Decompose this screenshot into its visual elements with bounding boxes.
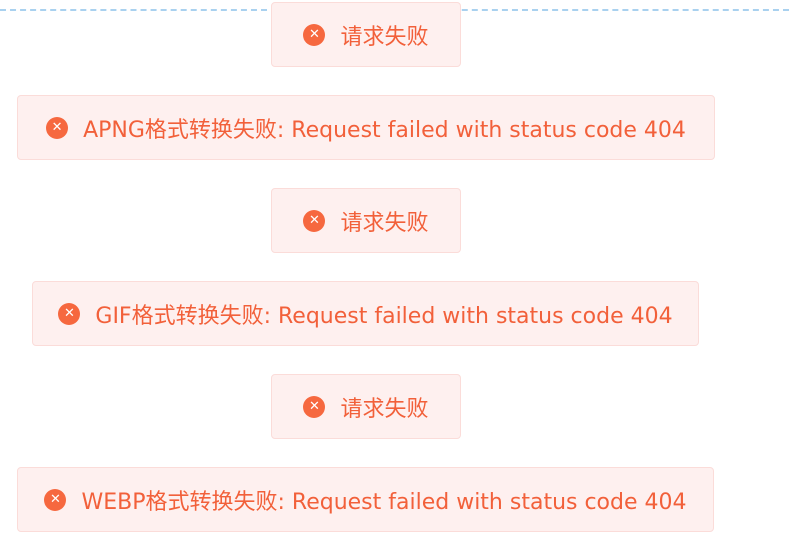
error-circle-x-icon: ✕ [46,116,69,139]
error-circle-x-icon: ✕ [44,488,67,511]
toast-message: APNG格式转换失败: Request failed with status c… [83,117,686,143]
toast-message: 请求失败 [340,24,429,50]
error-circle-x-icon: ✕ [58,302,81,325]
toast-message: GIF格式转换失败: Request failed with status co… [95,303,673,329]
error-circle-x-icon: ✕ [303,209,326,232]
error-circle-x-icon: ✕ [303,23,326,46]
error-toast: ✕ APNG格式转换失败: Request failed with status… [17,95,715,160]
error-toast: ✕ WEBP格式转换失败: Request failed with status… [17,467,714,532]
error-toast: ✕ 请求失败 [271,2,461,67]
error-toast: ✕ GIF格式转换失败: Request failed with status … [32,281,699,346]
error-toast: ✕ 请求失败 [271,374,461,439]
toast-message: 请求失败 [340,396,429,422]
toast-message: 请求失败 [340,210,429,236]
toast-stack: ✕ 请求失败 ✕ APNG格式转换失败: Request failed with… [0,0,789,544]
toast-message: WEBP格式转换失败: Request failed with status c… [81,489,687,515]
error-toast: ✕ 请求失败 [271,188,461,253]
error-circle-x-icon: ✕ [303,395,326,418]
